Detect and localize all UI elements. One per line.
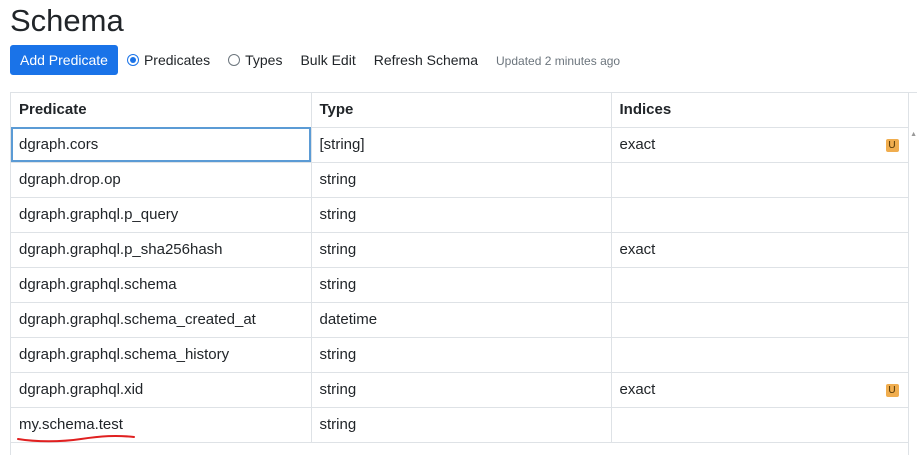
predicate-cell[interactable]: dgraph.drop.op (11, 162, 312, 198)
table-row[interactable]: dgraph.graphql.xid string exact U (11, 372, 917, 408)
column-header-predicate[interactable]: Predicate (11, 93, 312, 128)
table-row[interactable]: my.schema.test string (11, 407, 917, 443)
type-cell[interactable]: [string] (311, 127, 612, 163)
indices-cell[interactable] (611, 302, 910, 338)
type-cell[interactable]: datetime (311, 302, 612, 338)
indices-cell[interactable] (611, 267, 910, 303)
type-cell[interactable]: string (311, 337, 612, 373)
table-header-row: Predicate Type Indices (11, 93, 917, 128)
predicate-cell[interactable]: dgraph.graphql.xid (11, 372, 312, 408)
predicate-cell[interactable]: dgraph.graphql.p_query (11, 197, 312, 233)
indices-cell[interactable] (611, 337, 910, 373)
radio-predicates[interactable]: Predicates (126, 52, 211, 68)
predicate-cell[interactable]: dgraph.graphql.schema_created_at (11, 302, 312, 338)
column-header-type[interactable]: Type (311, 93, 612, 128)
table-row[interactable]: dgraph.graphql.p_query string (11, 197, 917, 233)
type-cell[interactable]: string (311, 267, 612, 303)
predicate-cell[interactable]: dgraph.graphql.p_sha256hash (11, 232, 312, 268)
table-row[interactable]: dgraph.graphql.p_sha256hash string exact (11, 232, 917, 268)
table-row[interactable]: dgraph.graphql.schema string (11, 267, 917, 303)
table-scrollbar[interactable]: ▲ (908, 93, 917, 455)
schema-table-container: Predicate Type Indices dgraph.cors [stri… (10, 92, 917, 455)
updated-status: Updated 2 minutes ago (496, 54, 621, 68)
type-cell[interactable]: string (311, 407, 612, 443)
indices-cell[interactable]: exact U (611, 372, 910, 408)
table-row[interactable]: dgraph.drop.op string (11, 162, 917, 198)
type-cell[interactable]: string (311, 162, 612, 198)
bulk-edit-button[interactable]: Bulk Edit (300, 52, 355, 68)
predicate-cell[interactable]: dgraph.graphql.schema (11, 267, 312, 303)
schema-table: Predicate Type Indices dgraph.cors [stri… (11, 93, 917, 443)
radio-types-label: Types (245, 52, 283, 68)
page-title: Schema (10, 3, 124, 38)
upsert-badge: U (885, 383, 899, 397)
add-predicate-button[interactable]: Add Predicate (10, 45, 118, 75)
column-header-indices[interactable]: Indices (611, 93, 910, 128)
radio-types-indicator[interactable] (228, 54, 241, 66)
indices-value: exact (619, 136, 656, 153)
indices-cell[interactable] (611, 197, 910, 233)
refresh-schema-button[interactable]: Refresh Schema (374, 52, 478, 68)
upsert-badge: U (885, 138, 899, 152)
indices-cell[interactable] (611, 407, 910, 443)
predicate-cell[interactable]: my.schema.test (11, 407, 312, 443)
radio-predicates-indicator[interactable] (126, 54, 139, 66)
radio-predicates-label: Predicates (143, 52, 211, 68)
schema-toolbar: Add Predicate Predicates Types Bulk Edit… (10, 45, 620, 75)
type-cell[interactable]: string (311, 197, 612, 233)
predicate-cell[interactable]: dgraph.graphql.schema_history (11, 337, 312, 373)
indices-cell[interactable] (611, 162, 910, 198)
predicate-cell[interactable]: dgraph.cors (11, 127, 312, 163)
table-row[interactable]: dgraph.graphql.schema_created_at datetim… (11, 302, 917, 338)
triangle-up-icon[interactable]: ▲ (910, 131, 917, 138)
table-row[interactable]: dgraph.cors [string] exact U (11, 127, 917, 163)
indices-value: exact (619, 241, 656, 258)
indices-cell[interactable]: exact (611, 232, 910, 268)
indices-value: exact (619, 381, 656, 398)
type-cell[interactable]: string (311, 232, 612, 268)
radio-types[interactable]: Types (228, 52, 282, 68)
type-cell[interactable]: string (311, 372, 612, 408)
indices-cell[interactable]: exact U (611, 127, 910, 163)
table-row[interactable]: dgraph.graphql.schema_history string (11, 337, 917, 373)
